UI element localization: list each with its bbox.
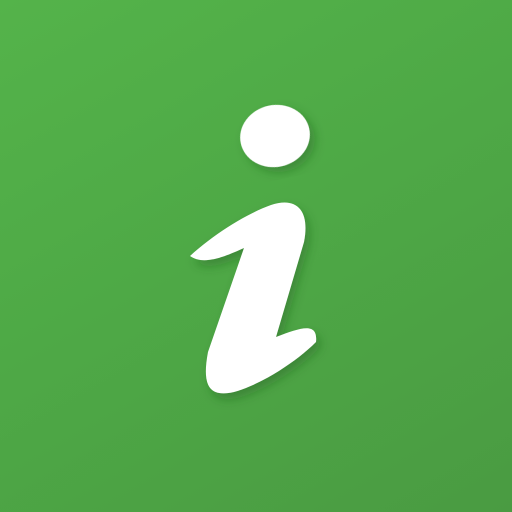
app-icon-background — [0, 0, 512, 512]
info-dot — [240, 104, 310, 168]
info-icon — [0, 0, 512, 512]
info-glyph-svg — [190, 104, 317, 394]
info-stem — [190, 202, 317, 394]
